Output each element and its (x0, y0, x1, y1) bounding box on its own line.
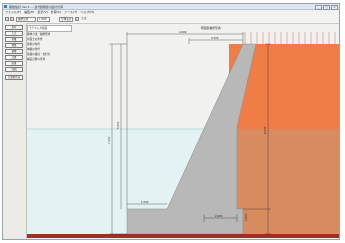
dim-left-total: 7.000 (107, 136, 111, 144)
dim-base-height: 0.800 (244, 213, 248, 221)
dim-heel-width: 2.000 (215, 214, 223, 218)
dim-left-height: 5.500 (116, 121, 120, 129)
dim-toe-width: 1.000 (141, 200, 149, 204)
dim-right-height: 6.000 (263, 126, 267, 134)
dim-top-width: 0.500 (211, 36, 219, 40)
input-list-item[interactable]: 構造計算の条件 (27, 57, 72, 62)
canvas-title: 断面図(擁壁形状) (201, 27, 222, 30)
dim-overall-top: 4.000 (179, 30, 187, 34)
input-list-header: モデル入力画面 (27, 25, 72, 32)
input-list: モデル入力画面 躯体寸法・擁壁形状 背面土の条件 荷重の条件 地盤の条件 基礎の… (27, 25, 72, 62)
ground-strip (27, 234, 339, 238)
app-window: 擁壁設計 Ver.3 — 逆T型擁壁の設計計算 _ □ × ファイル(F) 編集… (2, 3, 340, 240)
soil-hatching (244, 32, 336, 44)
